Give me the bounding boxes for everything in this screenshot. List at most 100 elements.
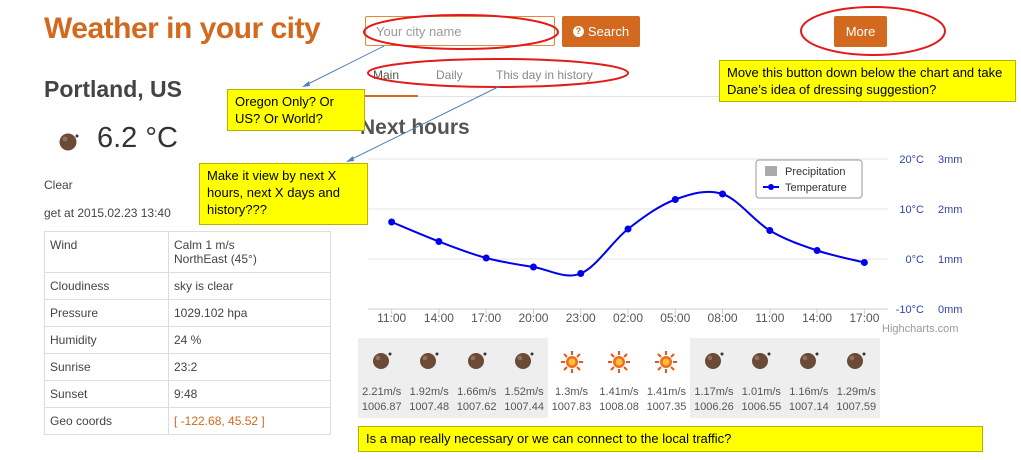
x-tick-label: 11:00 [377, 311, 406, 325]
temperature-point[interactable] [624, 225, 632, 233]
table-row: Sunset 9:48 [44, 380, 331, 408]
detail-label: Humidity [44, 326, 169, 354]
forecast-pressure: 1006.26 [694, 401, 734, 413]
detail-value: sky is clear [168, 272, 331, 300]
current-temperature: 6.2 °C [97, 122, 178, 154]
forecast-pressure: 1007.62 [456, 401, 497, 413]
detail-value: 9:48 [168, 380, 331, 408]
weather-details-table: Wind Calm 1 m/s NorthEast (45°) Cloudines… [44, 231, 331, 435]
temperature-legend-marker [768, 184, 774, 190]
forecast-wind: 1.41m/s [599, 386, 639, 398]
x-tick-label: 23:00 [566, 311, 596, 325]
table-row: Wind Calm 1 m/s NorthEast (45°) [44, 231, 331, 273]
forecast-strip: 2.21m/s 1006.87 1.92m/s 1007.48 1.66m/s 1007.… [358, 338, 880, 418]
x-tick-label: 14:00 [424, 311, 454, 325]
moon-icon [465, 350, 489, 373]
forecast-item: 1.92m/s 1007.48 [405, 338, 453, 418]
forecast-item: 1.01m/s 1006.55 [737, 338, 786, 418]
detail-value: 1029.102 hpa [168, 299, 331, 327]
temperature-point[interactable] [860, 259, 868, 266]
annotation-arrowhead [346, 156, 354, 162]
detail-label: Sunrise [44, 353, 169, 381]
table-row: Humidity 24 % [44, 326, 331, 354]
chart-credits[interactable]: Highcharts.com [882, 323, 958, 335]
geo-coords-link[interactable]: [ -122.68, 45.52 ] [168, 407, 331, 435]
updated-time: get at 2015.02.23 13:40 [44, 206, 171, 220]
temperature-point[interactable] [388, 218, 396, 226]
y-right-tick-label: 0mm [938, 304, 962, 316]
chart-legend: Precipitation Temperature [755, 159, 863, 199]
moon-icon [749, 350, 773, 373]
forecast-item: 1.17m/s 1006.26 [690, 338, 738, 418]
temperature-point[interactable] [671, 196, 679, 203]
table-row: Sunrise 23:2 [44, 353, 331, 381]
forecast-pressure: 1007.14 [788, 401, 829, 413]
detail-label: Cloudiness [44, 272, 169, 300]
x-tick-label: 20:00 [518, 311, 548, 325]
y-left-tick-label: -10°C [896, 304, 924, 316]
tab-main[interactable]: Main [373, 68, 399, 82]
y-left-tick-label: 10°C [899, 204, 924, 216]
app-title: Weather in your city [44, 12, 321, 45]
annotation-arrowhead [302, 81, 310, 87]
y-left-tick-label: 20°C [899, 154, 924, 166]
forecast-wind: 1.01m/s [741, 386, 781, 398]
legend-temperature[interactable]: Temperature [785, 182, 847, 194]
precipitation-legend-swatch [765, 166, 777, 176]
y-left-tick-label: 0°C [906, 254, 925, 266]
table-row: Geo coords [ -122.68, 45.52 ] [44, 407, 331, 435]
tab-daily[interactable]: Daily [436, 68, 463, 82]
wind-speed: Calm 1 m/s [174, 238, 235, 252]
more-button[interactable]: More [834, 16, 887, 47]
forecast-pressure: 1007.44 [504, 401, 544, 413]
temperature-point[interactable] [577, 270, 585, 277]
sun-icon [654, 350, 678, 377]
temperature-point[interactable] [435, 238, 443, 245]
x-tick-label: 14:00 [802, 311, 832, 325]
forecast-pressure: 1007.83 [551, 401, 592, 413]
weather-condition: Clear [44, 178, 73, 192]
forecast-wind: 1.66m/s [457, 386, 497, 398]
forecast-item: 1.41m/s 1008.08 [595, 338, 642, 418]
temperature-point[interactable] [813, 247, 821, 254]
search-button[interactable]: ? Search [562, 16, 640, 47]
temperature-point[interactable] [766, 227, 774, 234]
active-tab-indicator [362, 95, 418, 97]
forecast-wind: 1.92m/s [409, 386, 449, 398]
sun-icon [607, 350, 631, 377]
moon-icon [370, 350, 394, 373]
x-tick-label: 17:00 [471, 311, 501, 325]
annotation-note-map: Is a map really necessary or we can conn… [358, 426, 983, 452]
forecast-item: 1.41m/s 1007.35 [643, 338, 690, 418]
forecast-item: 1.66m/s 1007.62 [452, 338, 501, 418]
forecast-wind: 1.16m/s [789, 386, 829, 398]
annotation-note-oregon: Oregon Only? Or US? Or World? [227, 89, 365, 131]
moon-icon [512, 350, 536, 373]
detail-label: Pressure [44, 299, 169, 327]
x-tick-label: 05:00 [660, 311, 690, 325]
temperature-point[interactable] [529, 263, 537, 271]
legend-precipitation[interactable]: Precipitation [785, 166, 846, 178]
search-input[interactable] [365, 16, 555, 46]
x-tick-label: 11:00 [755, 311, 784, 325]
forecast-pressure: 1006.55 [741, 401, 782, 413]
temperature-point[interactable] [482, 254, 490, 262]
table-row: Pressure 1029.102 hpa [44, 299, 331, 327]
forecast-pressure: 1007.35 [646, 401, 687, 413]
moon-icon [417, 350, 441, 373]
forecast-item: 1.16m/s 1007.14 [785, 338, 833, 418]
detail-label: Geo coords [44, 407, 169, 435]
annotation-note-more: Move this button down below the chart an… [719, 60, 1016, 102]
moon-icon [57, 131, 83, 156]
forecast-item: 2.21m/s 1006.87 [358, 338, 406, 418]
temperature-line [391, 190, 865, 277]
tab-this-day-in-history[interactable]: This day in history [496, 68, 593, 82]
search-button-label: Search [587, 24, 630, 39]
forecast-pressure: 1008.08 [599, 401, 639, 413]
city-name: Portland, US [44, 76, 183, 102]
forecast-item: 1.52m/s 1007.44 [500, 338, 548, 418]
sun-icon [560, 350, 584, 377]
forecast-wind: 1.3m/s [555, 386, 589, 398]
temperature-point[interactable] [719, 190, 727, 198]
forecast-wind: 1.29m/s [836, 386, 876, 398]
